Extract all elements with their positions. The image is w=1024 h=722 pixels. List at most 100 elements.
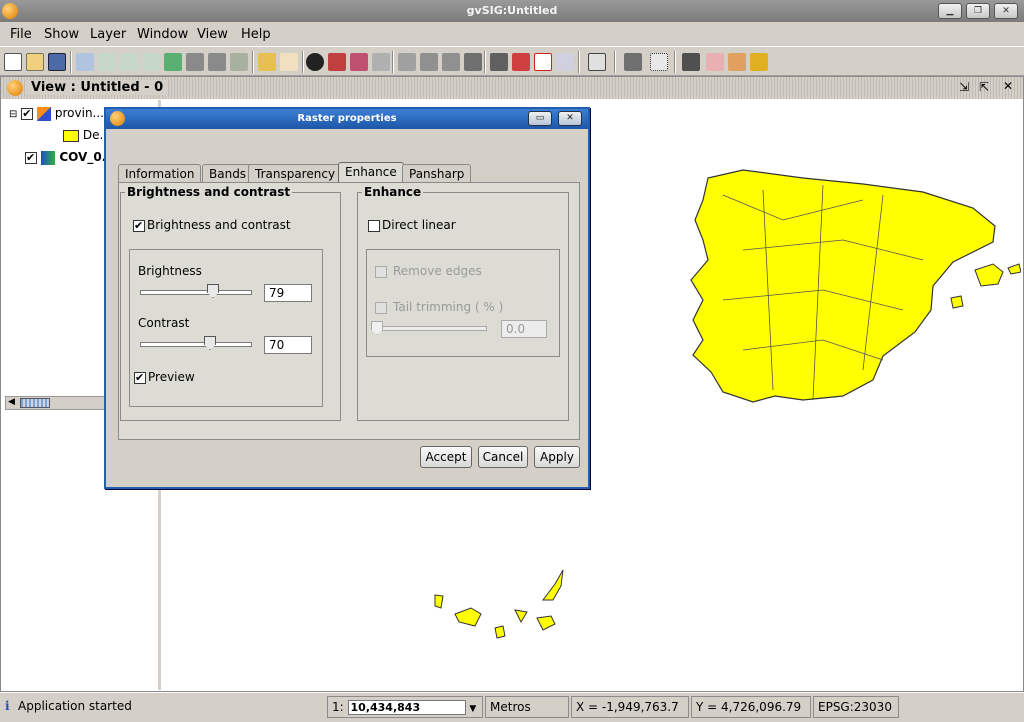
enhance-tab-panel: Brightness and contrast Brightness and c… (118, 182, 580, 440)
view-close-icon[interactable]: ✕ (1003, 79, 1013, 93)
accept-button[interactable]: Accept (420, 446, 472, 468)
toolbar-separator (674, 51, 676, 73)
measure-distance-icon[interactable] (328, 53, 346, 71)
brightness-contrast-legend: Brightness and contrast (127, 185, 291, 199)
zoom-previous-icon[interactable] (142, 53, 160, 71)
toc-layer-cov[interactable]: COV_0... (25, 150, 115, 165)
zoom-select-icon[interactable] (556, 53, 574, 71)
menu-bar: File Show Layer Window View Help (0, 22, 1024, 46)
layer-visibility-checkbox[interactable] (21, 107, 34, 120)
layers-icon[interactable] (164, 53, 182, 71)
tab-information[interactable]: Information (118, 164, 202, 183)
menu-view[interactable]: View (197, 27, 228, 42)
legend-symbol (63, 129, 79, 142)
units-field: Metros (485, 696, 569, 718)
tab-bands[interactable]: Bands (202, 164, 254, 183)
paste-layer-icon[interactable] (728, 53, 746, 71)
open-folder-icon[interactable] (26, 53, 44, 71)
locator-icon[interactable] (258, 53, 276, 71)
contrast-slider-track[interactable] (140, 342, 252, 347)
geoprocess-icon[interactable] (750, 53, 768, 71)
toc-layer-provin[interactable]: ⊟ provin... (9, 106, 104, 121)
preview-label: Preview (148, 370, 195, 384)
dialog-minimize-button[interactable]: ▭ (528, 111, 552, 126)
vector-layer-icon (37, 106, 52, 121)
chevron-down-icon[interactable]: ▼ (469, 704, 476, 714)
scroll-left-icon[interactable]: ◀ (8, 397, 15, 407)
contrast-value-field[interactable]: 70 (264, 336, 312, 354)
scroll-thumb[interactable] (20, 398, 50, 408)
scale-combo[interactable]: 1: 10,434,843 ▼ (327, 696, 483, 718)
zoom-extent-icon[interactable] (186, 53, 204, 71)
measure-area-icon[interactable] (350, 53, 368, 71)
copy-layer-icon[interactable] (706, 53, 724, 71)
view-minimize-icon[interactable]: ⇲ (959, 80, 969, 94)
select-pointer-icon[interactable] (398, 53, 416, 71)
dialog-title: Raster properties (297, 113, 397, 124)
info-icon[interactable] (306, 53, 324, 71)
toolbar-separator (302, 51, 304, 73)
select-by-layer-icon[interactable] (464, 53, 482, 71)
enhance-options-box: Remove edges Tail trimming ( % ) 0.0 (366, 249, 560, 357)
menu-show[interactable]: Show (44, 27, 79, 42)
view-restore-icon[interactable]: ⇱ (979, 80, 989, 94)
preview-checkbox[interactable] (134, 371, 146, 384)
new-file-icon[interactable] (4, 53, 22, 71)
layer-visibility-checkbox[interactable] (25, 151, 37, 164)
brightness-contrast-group: Brightness and contrast Brightness and c… (120, 185, 341, 421)
tab-enhance[interactable]: Enhance (338, 162, 404, 184)
tools-icon[interactable] (682, 53, 700, 71)
rectangle-icon[interactable] (534, 53, 552, 71)
close-button[interactable]: ✕ (994, 3, 1018, 19)
zoom-layer-icon[interactable] (230, 53, 248, 71)
pan-hand-icon[interactable] (280, 53, 298, 71)
tail-trimming-value-field[interactable]: 0.0 (501, 320, 547, 338)
invert-selection-icon[interactable] (512, 53, 530, 71)
tail-trimming-checkbox[interactable] (375, 302, 387, 314)
grid-icon[interactable] (650, 53, 668, 71)
raster-icon[interactable] (588, 53, 606, 71)
dialog-close-button[interactable]: ✕ (558, 111, 582, 126)
save-icon[interactable] (48, 53, 66, 71)
toc-legend-item: De... (33, 128, 111, 142)
tail-trimming-slider-thumb[interactable] (371, 321, 383, 335)
table-icon[interactable] (624, 53, 642, 71)
direct-linear-checkbox[interactable] (368, 220, 380, 232)
zoom-in-icon[interactable] (98, 53, 116, 71)
toolbar-separator (484, 51, 486, 73)
canary-islands-map (434, 569, 564, 639)
menu-help[interactable]: Help (241, 27, 271, 42)
menu-file[interactable]: File (10, 27, 32, 42)
brightness-label: Brightness (138, 264, 202, 278)
remove-edges-checkbox[interactable] (375, 266, 387, 278)
hyperlink-icon[interactable] (372, 53, 390, 71)
tail-trimming-slider-track[interactable] (373, 326, 487, 331)
toolbar-separator (392, 51, 394, 73)
menu-layer[interactable]: Layer (90, 27, 126, 42)
info-status-icon: i (5, 699, 10, 713)
brightness-slider-thumb[interactable] (207, 284, 219, 298)
scale-value[interactable]: 10,434,843 (347, 700, 466, 715)
add-layer-icon[interactable] (76, 53, 94, 71)
zoom-out-icon[interactable] (120, 53, 138, 71)
select-rectangle-icon[interactable] (420, 53, 438, 71)
brightness-value-field[interactable]: 79 (264, 284, 312, 302)
menu-window[interactable]: Window (137, 27, 188, 42)
minimize-button[interactable]: ▁ (938, 3, 962, 19)
clear-selection-icon[interactable] (490, 53, 508, 71)
expand-icon[interactable]: ⊟ (9, 109, 17, 120)
apply-button[interactable]: Apply (534, 446, 580, 468)
maximize-button[interactable]: ❐ (966, 3, 990, 19)
cancel-button[interactable]: Cancel (478, 446, 528, 468)
tab-pansharp[interactable]: Pansharp (402, 164, 472, 183)
window-titlebar: gvSIG:Untitled ▁ ❐ ✕ (0, 0, 1024, 22)
toolbar-separator (614, 51, 616, 73)
contrast-label: Contrast (138, 316, 190, 330)
enhance-group: Enhance Direct linear Remove edges Tail … (357, 185, 569, 421)
tab-transparency[interactable]: Transparency (248, 164, 343, 183)
brightness-slider-track[interactable] (140, 290, 252, 295)
contrast-slider-thumb[interactable] (204, 336, 216, 350)
zoom-full-icon[interactable] (208, 53, 226, 71)
select-polygon-icon[interactable] (442, 53, 460, 71)
brightness-contrast-checkbox[interactable] (133, 219, 145, 232)
